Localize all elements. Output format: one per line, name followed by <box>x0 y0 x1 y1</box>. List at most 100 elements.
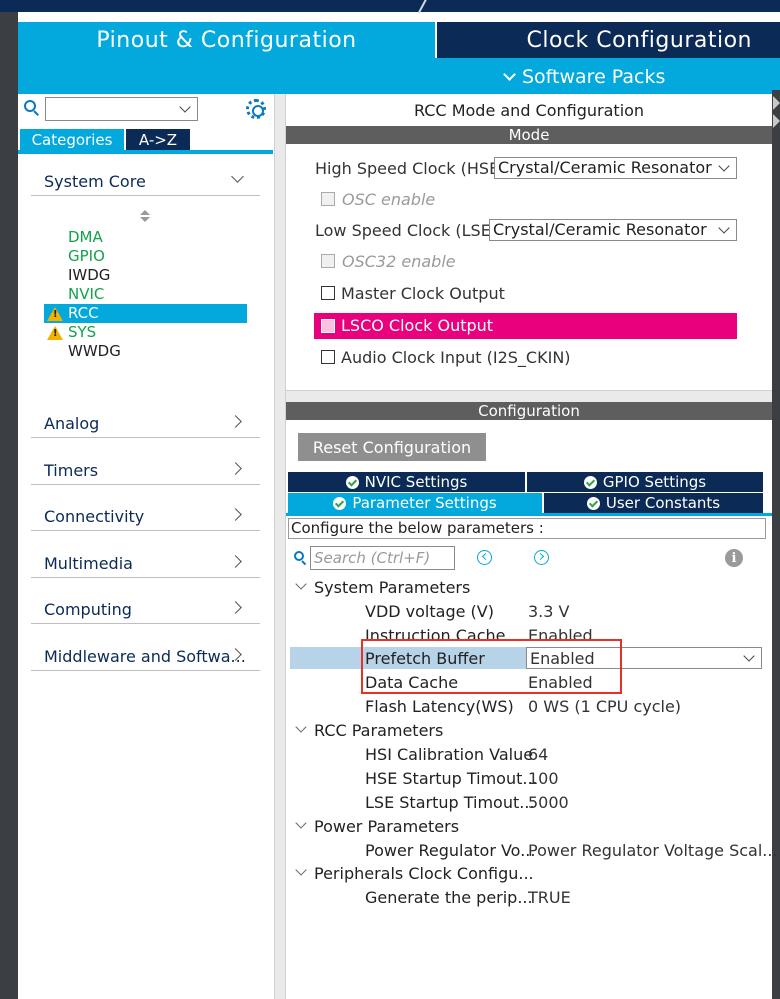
tab-nvic-settings[interactable]: NVIC Settings <box>288 472 525 492</box>
check-circle-icon <box>333 496 347 510</box>
tab-clock-configuration[interactable]: Clock Configuration <box>437 22 780 58</box>
chevron-down-icon <box>179 101 191 113</box>
next-icon[interactable] <box>534 550 549 565</box>
tab-user-constants[interactable]: User Constants <box>544 493 763 513</box>
param-value[interactable]: TRUE <box>528 888 571 907</box>
peripheral-dma[interactable]: DMA <box>68 228 103 247</box>
group-middleware[interactable]: Middleware and Softwa... <box>44 647 246 666</box>
software-packs-menu[interactable]: Software Packs <box>503 62 666 92</box>
peripheral-rcc[interactable]: RCC <box>68 304 99 323</box>
chevron-down-icon <box>743 650 755 662</box>
check-circle-icon <box>345 475 359 489</box>
reset-configuration-button[interactable]: Reset Configuration <box>298 433 486 461</box>
search-icon <box>24 100 40 116</box>
software-packs-bar <box>18 58 780 94</box>
tab-label: GPIO Settings <box>602 473 707 491</box>
section-system-parameters[interactable]: System Parameters <box>314 578 470 597</box>
check-circle-icon <box>583 475 597 489</box>
param-value[interactable]: 0 WS (1 CPU cycle) <box>528 697 681 716</box>
tab-label: User Constants <box>605 494 721 512</box>
mco-label: Master Clock Output <box>341 284 505 303</box>
tab-underline <box>286 513 772 516</box>
param-value[interactable]: Power Regulator Voltage Scal... <box>528 841 778 860</box>
chevron-right-icon[interactable] <box>773 96 780 110</box>
configuration-header: Configuration <box>286 402 772 420</box>
peripheral-gpio[interactable]: GPIO <box>68 247 105 266</box>
config-info-text: Configure the below parameters : <box>288 518 766 539</box>
mco-checkbox[interactable] <box>321 286 335 300</box>
panel-splitter[interactable] <box>286 390 772 402</box>
parameter-search-input[interactable]: Search (Ctrl+F) <box>310 546 455 570</box>
warning-icon <box>47 326 63 340</box>
category-search-combo[interactable] <box>45 97 198 121</box>
group-divider <box>31 195 260 196</box>
peripheral-iwdg[interactable]: IWDG <box>68 266 110 285</box>
group-computing[interactable]: Computing <box>44 600 132 619</box>
previous-icon[interactable] <box>477 550 492 565</box>
check-circle-icon <box>586 496 600 510</box>
osc-enable-checkbox[interactable] <box>321 192 335 206</box>
group-timers[interactable]: Timers <box>44 461 98 480</box>
param-name: VDD voltage (V) <box>365 602 494 621</box>
param-name: LSE Startup Timout... <box>365 793 535 812</box>
tab-pinout-configuration[interactable]: Pinout & Configuration <box>18 22 435 58</box>
title-strip <box>0 0 780 14</box>
group-connectivity[interactable]: Connectivity <box>44 507 144 526</box>
group-divider <box>31 670 260 671</box>
software-packs-label: Software Packs <box>522 66 666 88</box>
left-gutter <box>0 12 18 999</box>
warning-icon <box>47 307 63 321</box>
sort-icon[interactable] <box>140 210 150 224</box>
peripheral-nvic[interactable]: NVIC <box>68 285 104 304</box>
group-divider <box>31 530 260 531</box>
osc32-enable-checkbox[interactable] <box>321 254 335 268</box>
tab-a-to-z[interactable]: A->Z <box>126 129 190 151</box>
tab-parameter-settings[interactable]: Parameter Settings <box>288 493 542 513</box>
i2s-checkbox[interactable] <box>321 350 335 364</box>
section-power-parameters[interactable]: Power Parameters <box>314 817 459 836</box>
param-value[interactable]: 3.3 V <box>528 602 569 621</box>
annotation-box <box>361 639 622 694</box>
group-divider <box>31 623 260 624</box>
categories-panel <box>18 94 274 999</box>
hse-label: High Speed Clock (HSE) <box>315 159 506 178</box>
param-name: Generate the perip... <box>365 888 533 907</box>
section-peripherals-clock[interactable]: Peripherals Clock Configu... <box>314 864 534 883</box>
panel-splitter[interactable] <box>274 94 286 999</box>
chevron-down-icon <box>503 67 516 81</box>
lse-label: Low Speed Clock (LSE) <box>315 221 498 240</box>
param-value[interactable]: 64 <box>528 745 548 764</box>
chevron-right-icon[interactable] <box>773 114 780 128</box>
right-gutter <box>772 90 780 999</box>
chevron-down-icon <box>718 222 730 234</box>
gear-icon[interactable] <box>246 99 266 119</box>
i2s-label: Audio Clock Input (I2S_CKIN) <box>341 348 571 367</box>
lse-select[interactable]: Crystal/Ceramic Resonator <box>489 219 737 241</box>
group-analog[interactable]: Analog <box>44 414 99 433</box>
tab-label: Parameter Settings <box>352 494 497 512</box>
hse-select[interactable]: Crystal/Ceramic Resonator <box>494 157 737 179</box>
group-divider <box>31 484 260 485</box>
param-value[interactable]: 100 <box>528 769 559 788</box>
osc32-enable-label: OSC32 enable <box>342 252 456 271</box>
lsco-label: LSCO Clock Output <box>341 316 494 335</box>
rcc-title: RCC Mode and Configuration <box>413 100 645 120</box>
group-divider <box>31 577 260 578</box>
param-value[interactable]: 5000 <box>528 793 569 812</box>
param-name: Power Regulator Vo... <box>365 841 536 860</box>
param-name: HSI Calibration Value <box>365 745 534 764</box>
group-divider <box>31 437 260 438</box>
group-system-core[interactable]: System Core <box>44 172 146 191</box>
info-icon[interactable]: i <box>725 549 743 567</box>
peripheral-sys[interactable]: SYS <box>68 323 96 342</box>
lsco-checkbox[interactable] <box>321 319 335 333</box>
param-name: Flash Latency(WS) <box>365 697 514 716</box>
lse-value: Crystal/Ceramic Resonator <box>493 220 707 239</box>
param-name: HSE Startup Timout... <box>365 769 538 788</box>
tab-label: NVIC Settings <box>364 473 468 491</box>
tab-gpio-settings[interactable]: GPIO Settings <box>527 472 763 492</box>
tab-categories[interactable]: Categories <box>20 129 124 151</box>
peripheral-wwdg[interactable]: WWDG <box>68 342 121 361</box>
group-multimedia[interactable]: Multimedia <box>44 554 133 573</box>
section-rcc-parameters[interactable]: RCC Parameters <box>314 721 443 740</box>
